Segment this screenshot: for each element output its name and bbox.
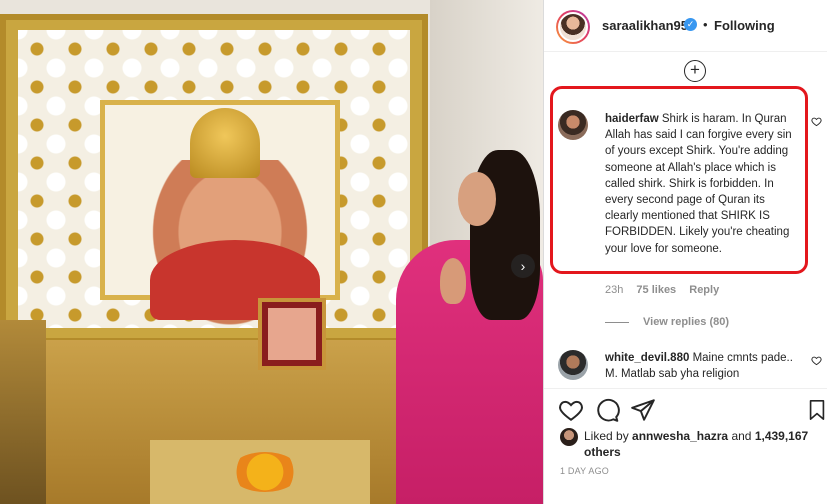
chevron-right-icon[interactable]: › bbox=[511, 254, 535, 278]
avatar[interactable] bbox=[558, 110, 588, 140]
liker-username[interactable]: annwesha_hazra bbox=[632, 429, 728, 443]
post-header: saraalikhan95 ✓ • Following bbox=[544, 0, 827, 52]
comment-meta: 23h 75 likes Reply bbox=[605, 284, 729, 296]
likes-summary: Liked by annwesha_hazra and 1,439,167 ot… bbox=[584, 428, 814, 460]
post-photo[interactable]: › bbox=[0, 0, 543, 504]
author-username[interactable]: saraalikhan95 bbox=[602, 18, 688, 33]
comment-bubble-icon[interactable] bbox=[594, 397, 620, 423]
comment-username[interactable]: white_devil.880 bbox=[605, 352, 689, 364]
likes-connector: and bbox=[731, 429, 752, 443]
reply-button[interactable]: Reply bbox=[689, 284, 719, 296]
idol-crown bbox=[190, 108, 260, 178]
following-button[interactable]: Following bbox=[714, 18, 775, 33]
post-timestamp: 1 DAY AGO bbox=[560, 466, 609, 476]
action-bar bbox=[544, 388, 827, 428]
avatar[interactable] bbox=[558, 350, 588, 380]
view-replies-button[interactable]: View replies (80) bbox=[605, 316, 729, 328]
comment-username[interactable]: haiderfaw bbox=[605, 113, 659, 125]
view-replies-label: View replies (80) bbox=[643, 316, 730, 328]
likes-prefix: Liked by bbox=[584, 429, 629, 443]
avatar[interactable] bbox=[556, 10, 590, 44]
marigold-flowers bbox=[230, 452, 300, 492]
verified-badge-icon: ✓ bbox=[684, 18, 697, 31]
post-side-panel: saraalikhan95 ✓ • Following + haiderfaw … bbox=[543, 0, 827, 504]
heart-icon[interactable] bbox=[811, 116, 822, 127]
plus-circle-icon[interactable]: + bbox=[684, 60, 706, 82]
comment-likes[interactable]: 75 likes bbox=[636, 284, 676, 296]
woman-face bbox=[458, 172, 496, 226]
separator-dot: • bbox=[703, 17, 708, 32]
folded-hands bbox=[440, 258, 466, 304]
bookmark-icon[interactable] bbox=[806, 397, 827, 423]
heart-icon[interactable] bbox=[811, 355, 822, 366]
picture-frame bbox=[258, 298, 326, 370]
comment-body: Shirk is haram. In Quran Allah has said … bbox=[605, 113, 792, 255]
comment-time: 23h bbox=[605, 284, 624, 296]
comment-text: haiderfaw Shirk is haram. In Quran Allah… bbox=[605, 111, 801, 257]
paper-plane-icon[interactable] bbox=[630, 397, 656, 423]
comment-text: white_devil.880 Maine cmnts pade.. M. Ma… bbox=[605, 350, 805, 382]
heart-icon[interactable] bbox=[558, 397, 584, 423]
brass-lamp bbox=[0, 320, 46, 504]
avatar[interactable] bbox=[560, 428, 578, 446]
divider bbox=[605, 321, 629, 323]
